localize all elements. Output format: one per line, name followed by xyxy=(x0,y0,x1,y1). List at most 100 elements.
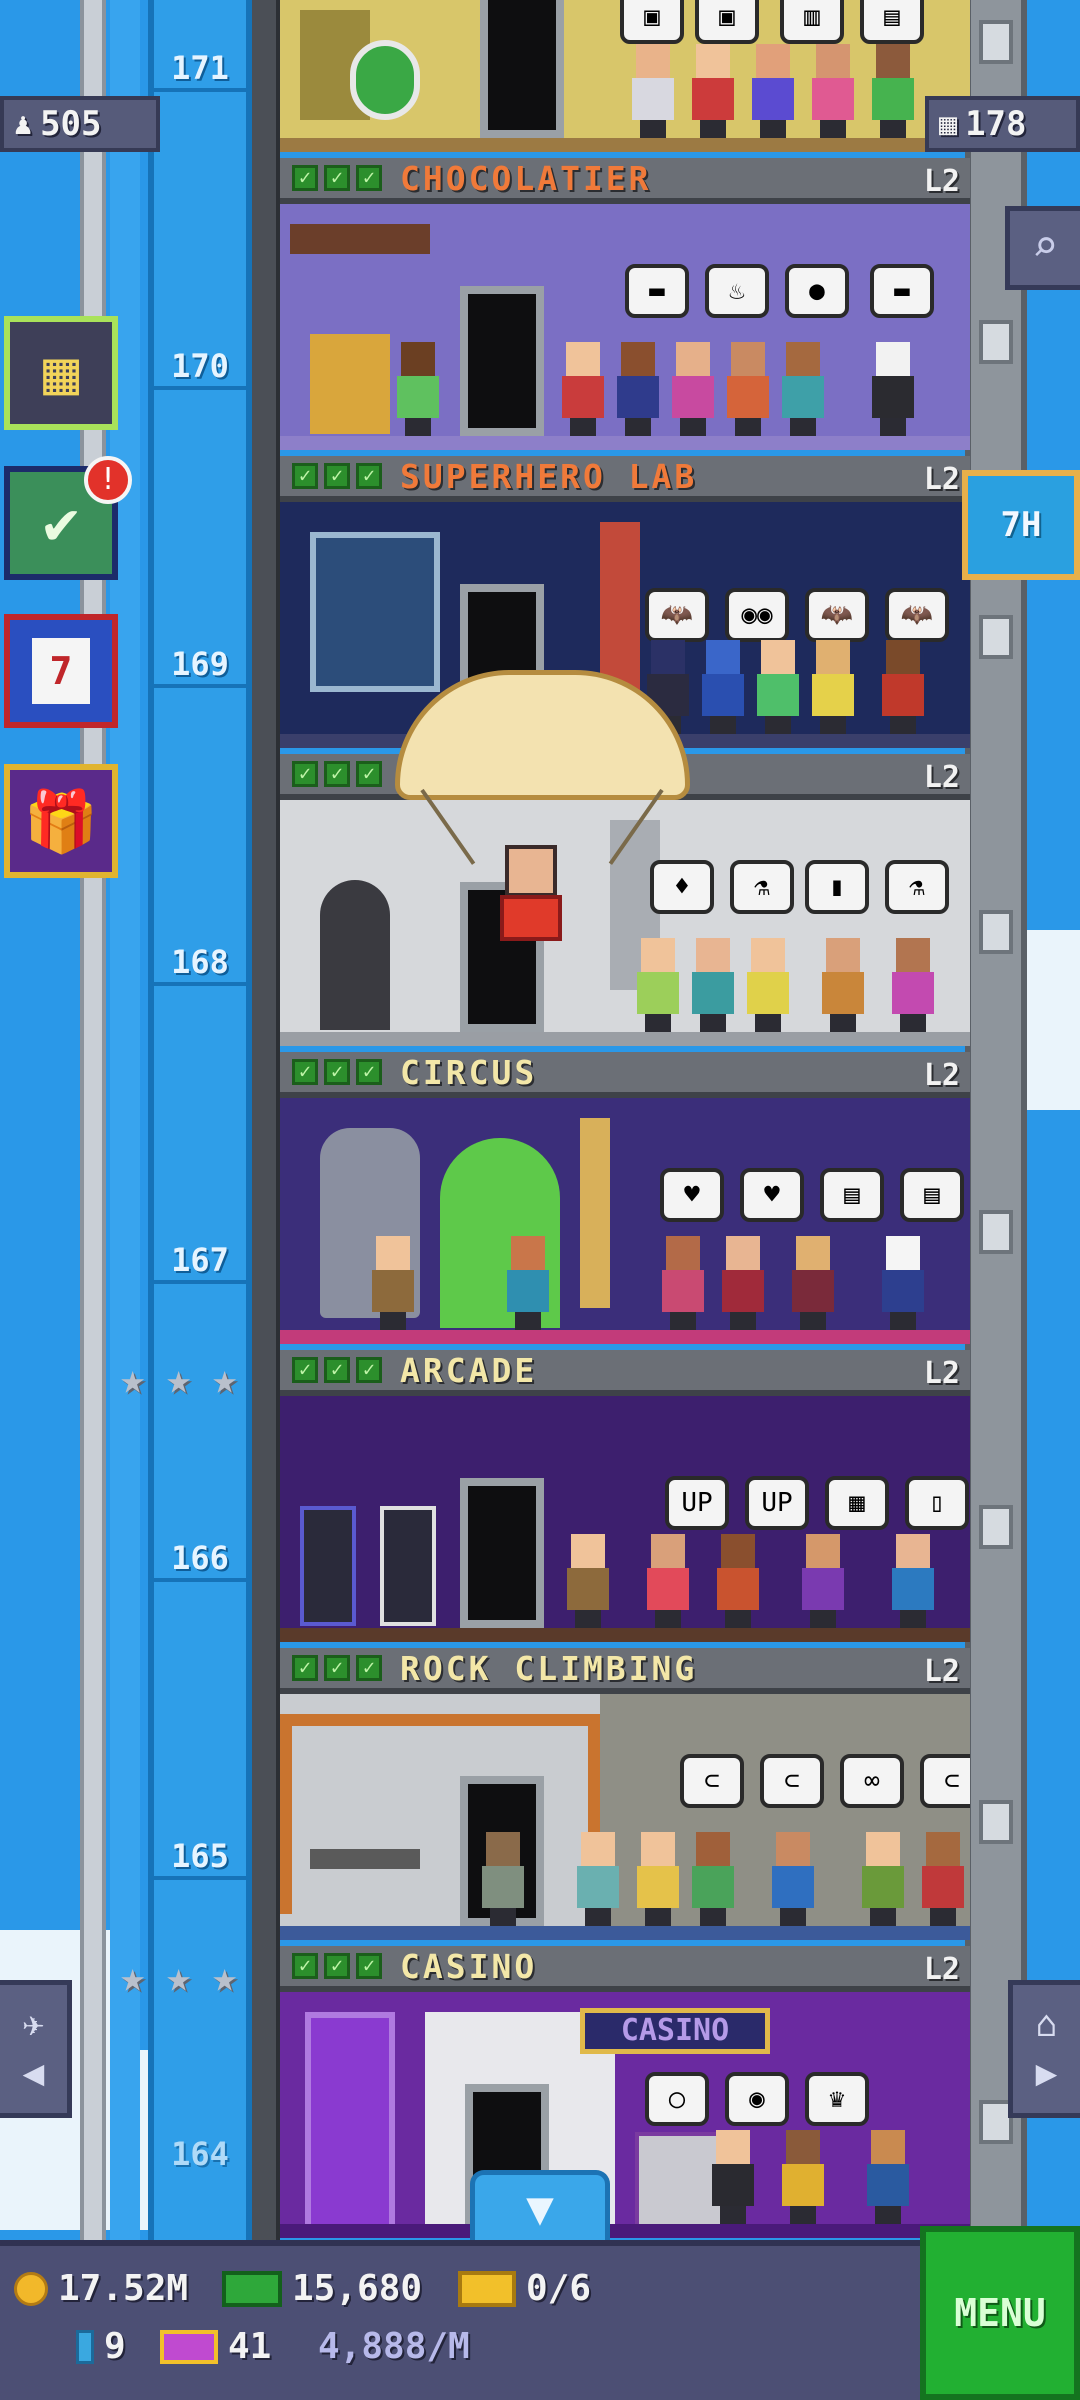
star-checks: ✓ ✓ ✓ xyxy=(292,463,382,489)
tenant[interactable] xyxy=(670,342,716,436)
tenant[interactable] xyxy=(920,1832,966,1926)
bux-display[interactable]: 15,680 xyxy=(222,2268,422,2309)
thought-bubble: ♥ xyxy=(740,1168,804,1222)
tenant[interactable] xyxy=(800,1534,846,1628)
next-tower-button[interactable]: ⌂ ▶ xyxy=(1008,1980,1080,2118)
building-icon: ▦ xyxy=(939,106,958,142)
chevron-left-icon: ◀ xyxy=(22,2053,45,2094)
tenant[interactable] xyxy=(370,1236,416,1330)
menu-label: MENU xyxy=(954,2291,1046,2335)
timer-badge[interactable]: 7H xyxy=(962,470,1080,580)
floor-number: 171 xyxy=(171,49,229,87)
star-checks: ✓ ✓ ✓ xyxy=(292,1655,382,1681)
floor-level: L2 xyxy=(923,462,960,497)
previous-tower-button[interactable]: ✈ ◀ xyxy=(0,1980,72,2118)
population-counter[interactable]: ♟ 505 xyxy=(0,96,160,152)
tenant[interactable] xyxy=(770,1832,816,1926)
tenant[interactable] xyxy=(870,342,916,436)
tenant[interactable] xyxy=(870,44,916,138)
search-button[interactable]: ⌕ xyxy=(1005,206,1080,290)
key-icon xyxy=(76,2329,94,2364)
tickets-display[interactable]: 0/6 xyxy=(458,2268,591,2309)
gift-button[interactable]: 🎁 xyxy=(4,764,118,878)
keys-display[interactable]: 9 xyxy=(76,2326,126,2367)
tenant[interactable] xyxy=(860,1832,906,1926)
tenant[interactable] xyxy=(505,1236,551,1330)
floor-label-bar: ✓ ✓ ✓ ROCK CLIMBING L2 xyxy=(280,1648,970,1694)
tenant[interactable] xyxy=(715,1534,761,1628)
tenant[interactable] xyxy=(810,44,856,138)
thought-bubble: ⚗ xyxy=(730,860,794,914)
tenant[interactable] xyxy=(745,938,791,1032)
thought-bubble: ▦ xyxy=(825,1476,889,1530)
floor-170[interactable]: ✓ ✓ ✓ CHOCOLATIER L2 ▬ ♨ ● ▬ xyxy=(280,158,970,456)
menu-button[interactable]: MENU xyxy=(920,2226,1080,2400)
golden-tickets-display[interactable]: 41 xyxy=(160,2326,271,2367)
cloud xyxy=(1020,930,1080,1110)
ticket-icon xyxy=(458,2270,516,2307)
tenant[interactable] xyxy=(890,1534,936,1628)
tenant[interactable] xyxy=(880,1236,926,1330)
scroll-down-button[interactable]: ▼ xyxy=(470,2170,610,2240)
tenant[interactable] xyxy=(710,2130,756,2224)
tenant[interactable] xyxy=(700,640,746,734)
tenant[interactable] xyxy=(480,1832,526,1926)
tenant[interactable] xyxy=(720,1236,766,1330)
calendar-button[interactable]: 7 xyxy=(4,614,118,728)
income-rate: 4,888/M xyxy=(318,2326,470,2367)
tenant[interactable] xyxy=(635,1832,681,1926)
floor-number: 164 xyxy=(171,2135,229,2173)
thought-bubble: ◉ xyxy=(725,2072,789,2126)
thought-bubble: ♦ xyxy=(650,860,714,914)
tenant[interactable] xyxy=(820,938,866,1032)
floor-label-bar: ✓ ✓ ✓ CHOCOLATIER L2 xyxy=(280,158,970,204)
tenant[interactable] xyxy=(780,2130,826,2224)
coins-display[interactable]: 17.52M xyxy=(14,2268,188,2309)
floor-166[interactable]: ✓ ✓ ✓ ARCADE L2 UP UP ▦ ▯ xyxy=(280,1350,970,1648)
tenant[interactable] xyxy=(660,1236,706,1330)
tenant[interactable] xyxy=(725,342,771,436)
tenant[interactable] xyxy=(615,342,661,436)
thought-bubble: ⊂ xyxy=(760,1754,824,1808)
floor-level: L2 xyxy=(923,1356,960,1391)
tenant[interactable] xyxy=(560,342,606,436)
parachute-bitizen[interactable] xyxy=(505,845,557,897)
floor-171[interactable]: ▣ ▣ ▥ ▤ xyxy=(280,0,970,158)
tenant[interactable] xyxy=(880,640,926,734)
tenant[interactable] xyxy=(565,1534,611,1628)
floor-167[interactable]: ✓ ✓ ✓ CIRCUS L2 ♥ ♥ ▤ ▤ xyxy=(280,1052,970,1350)
floor-count-value: 178 xyxy=(965,104,1027,144)
tenant[interactable] xyxy=(690,938,736,1032)
tenant[interactable] xyxy=(865,2130,911,2224)
thought-bubble: UP xyxy=(745,1476,809,1530)
gift-box[interactable] xyxy=(500,895,562,941)
tenant[interactable] xyxy=(575,1832,621,1926)
tenant[interactable] xyxy=(395,342,441,436)
tenant[interactable] xyxy=(755,640,801,734)
alert-badge: ! xyxy=(84,456,132,504)
floor-165[interactable]: ✓ ✓ ✓ ROCK CLIMBING L2 ⊂ ⊂ ∞ ⊂ xyxy=(280,1648,970,1946)
tower-overview-button[interactable]: ▦ xyxy=(4,316,118,430)
star-icon: ★ xyxy=(212,1952,238,2001)
elevator-shaft[interactable]: 171 170 169 168 167 166 165 164 xyxy=(148,0,252,2240)
tenant[interactable] xyxy=(810,640,856,734)
thought-bubble: ◯ xyxy=(645,2072,709,2126)
tenant[interactable] xyxy=(635,938,681,1032)
person-icon: ♟ xyxy=(14,106,33,142)
tenant[interactable] xyxy=(750,44,796,138)
missions-button[interactable]: ✔ ! xyxy=(4,456,132,580)
floor-counter[interactable]: ▦ 178 xyxy=(925,96,1080,152)
thought-bubble: ♛ xyxy=(805,2072,869,2126)
floor-name: ROCK CLIMBING xyxy=(400,1648,698,1688)
tenant[interactable] xyxy=(790,1236,836,1330)
tenant[interactable] xyxy=(690,1832,736,1926)
tenant[interactable] xyxy=(690,44,736,138)
timer-value: 7H xyxy=(1000,505,1042,545)
tenant[interactable] xyxy=(780,342,826,436)
floor-164[interactable]: ✓ ✓ ✓ CASINO L2 CASINO ◯ ◉ ♛ xyxy=(280,1946,970,2244)
floor-star-rating: ★ ★ ★ xyxy=(120,1358,254,1400)
floor-label-bar: ✓ ✓ ✓ SUPERHERO LAB L2 xyxy=(280,456,970,502)
tenant[interactable] xyxy=(630,44,676,138)
tenant[interactable] xyxy=(890,938,936,1032)
tenant[interactable] xyxy=(645,1534,691,1628)
